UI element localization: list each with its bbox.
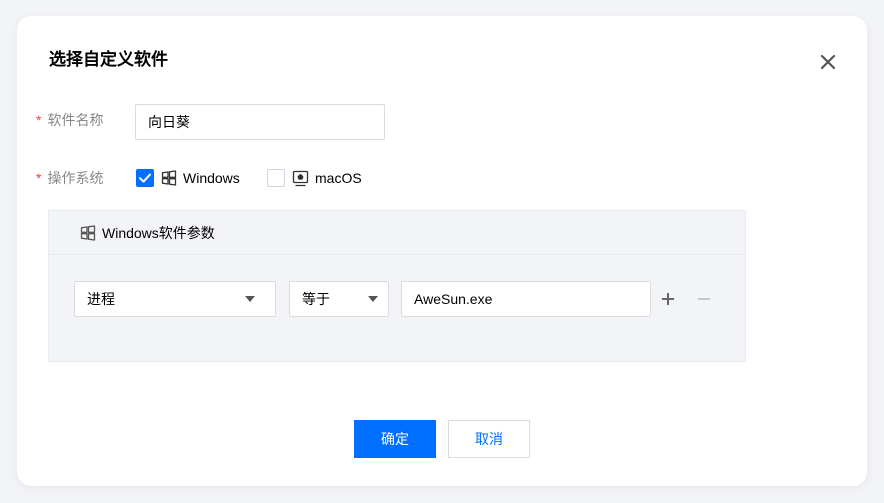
software-name-label: * 软件名称 bbox=[36, 110, 103, 130]
software-name-label-text: 软件名称 bbox=[47, 112, 104, 128]
dialog: 选择自定义软件 * 软件名称 向日葵 * 操作系统 Windows macOS … bbox=[17, 16, 867, 486]
caret-down-icon bbox=[245, 296, 255, 302]
mac-icon bbox=[292, 170, 309, 187]
close-button[interactable] bbox=[818, 52, 838, 72]
os-label-text: 操作系统 bbox=[47, 170, 104, 186]
panel-header: Windows软件参数 bbox=[49, 211, 745, 255]
macos-option[interactable]: macOS bbox=[267, 169, 362, 187]
operator-select-value: 等于 bbox=[302, 291, 330, 307]
field-select-value: 进程 bbox=[87, 291, 115, 307]
add-rule-button[interactable] bbox=[660, 291, 676, 307]
close-icon bbox=[820, 54, 836, 70]
rule-value-input[interactable]: AweSun.exe bbox=[401, 281, 651, 317]
field-select[interactable]: 进程 bbox=[74, 281, 276, 317]
confirm-button[interactable]: 确定 bbox=[354, 420, 436, 458]
os-label: * 操作系统 bbox=[36, 168, 103, 188]
windows-option[interactable]: Windows bbox=[136, 169, 240, 187]
operator-select[interactable]: 等于 bbox=[289, 281, 389, 317]
check-icon bbox=[139, 173, 151, 183]
required-mark: * bbox=[36, 112, 42, 128]
windows-checkbox[interactable] bbox=[136, 169, 154, 187]
windows-icon bbox=[80, 224, 96, 241]
windows-option-label: Windows bbox=[183, 170, 240, 186]
plus-icon bbox=[662, 293, 674, 305]
panel-title: Windows软件参数 bbox=[102, 224, 215, 241]
minus-icon bbox=[698, 298, 710, 300]
windows-icon bbox=[161, 170, 177, 186]
caret-down-icon bbox=[368, 296, 378, 302]
required-mark: * bbox=[36, 170, 42, 186]
remove-rule-button[interactable] bbox=[696, 291, 712, 307]
cancel-button[interactable]: 取消 bbox=[448, 420, 530, 458]
macos-option-label: macOS bbox=[315, 170, 362, 186]
windows-params-panel: Windows软件参数 进程 等于 AweSun.exe bbox=[48, 210, 746, 362]
dialog-title: 选择自定义软件 bbox=[49, 50, 168, 69]
macos-checkbox[interactable] bbox=[267, 169, 285, 187]
software-name-input[interactable]: 向日葵 bbox=[135, 104, 385, 140]
